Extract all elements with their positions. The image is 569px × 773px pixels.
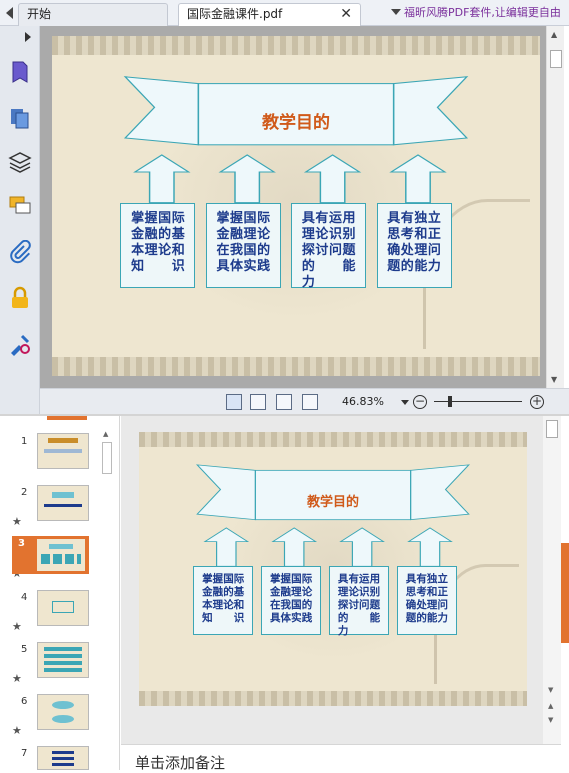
objective-box-3: 具有运用理论识别探讨问题的 能 力 — [291, 202, 369, 290]
attachments-icon[interactable] — [8, 240, 32, 264]
slide-number: 6 — [21, 696, 28, 707]
panel-collapse-tab[interactable] — [561, 543, 569, 643]
objective-box-1[interactable]: 掌握国际金融的基本理论和知 识 — [193, 566, 254, 635]
continuous-view-icon[interactable] — [250, 394, 266, 410]
scroll-up-icon[interactable]: ▲ — [103, 430, 108, 438]
next-slide-icon[interactable]: ▼ — [548, 716, 553, 724]
transition-star-icon: ★ — [12, 620, 22, 633]
scroll-down-icon[interactable]: ▼ — [551, 375, 557, 384]
zoom-level[interactable]: 46.83% — [342, 395, 384, 408]
bookmark-icon[interactable] — [8, 60, 32, 84]
tab-document[interactable]: 国际金融课件.pdf ✕ — [178, 3, 361, 27]
slide-thumbnail-7[interactable] — [37, 746, 89, 770]
objective-box-2[interactable]: 掌握国际金融理论在我国的具体实践 — [261, 566, 321, 635]
slide-vertical-scrollbar[interactable]: ▼ ▲ ▼ — [543, 416, 561, 744]
scrollbar-thumb[interactable] — [102, 442, 112, 474]
tab-label: 国际金融课件.pdf — [187, 7, 283, 21]
slide-number: 3 — [18, 538, 25, 549]
security-icon[interactable] — [8, 286, 32, 310]
slide-number: 4 — [21, 592, 28, 603]
single-page-view-icon[interactable] — [226, 394, 242, 410]
slide-number: 7 — [21, 748, 28, 759]
slide-thumbnail-2[interactable] — [37, 485, 89, 521]
scrollbar-thumb[interactable] — [546, 420, 558, 438]
tab-start[interactable]: 开始 — [18, 3, 168, 26]
zoom-in-icon[interactable]: + — [530, 395, 544, 409]
close-icon[interactable]: ✕ — [340, 4, 352, 25]
slide-title: 教学目的 — [261, 113, 330, 134]
transition-star-icon: ★ — [12, 672, 22, 685]
comments-icon[interactable] — [8, 194, 32, 218]
slide-thumbnail-6[interactable] — [37, 694, 89, 730]
tab-scroll-left-icon[interactable] — [6, 7, 13, 19]
tab-menu-dropdown-icon[interactable] — [391, 9, 401, 15]
scroll-up-icon[interactable]: ▲ — [551, 30, 557, 39]
layers-icon[interactable] — [8, 150, 32, 174]
objective-box-1: 掌握国际金融的基本理论和知 识 — [120, 202, 196, 288]
pdf-status-bar: 46.83% − + — [40, 388, 569, 414]
pdf-slide-page: 教学目的 掌握国际金融的基本理论和知 识 掌握国际金融理论在我国的具体实践 具有… — [52, 36, 540, 376]
tab-label: 开始 — [27, 7, 52, 21]
facing-view-icon[interactable] — [276, 394, 292, 410]
continuous-facing-view-icon[interactable] — [302, 394, 318, 410]
slide-thumbnail-1[interactable] — [37, 433, 89, 469]
pages-icon[interactable] — [8, 106, 32, 130]
slide-thumbnail-4[interactable] — [37, 590, 89, 626]
objective-box-4[interactable]: 具有独立思考和正确处理问题的能力 — [397, 566, 457, 635]
objective-box-4: 具有独立思考和正确处理问题的能力 — [376, 202, 452, 288]
editing-slide[interactable]: 教学目的 掌握国际金融的基本理论和知 识 掌握国际金融理论在我国的具体实践 具有… — [139, 432, 527, 706]
thumbnail-accent — [47, 416, 87, 420]
slide-thumbnail-3-selected[interactable]: 3 — [12, 536, 89, 574]
signature-icon[interactable] — [8, 332, 32, 356]
slide-title[interactable]: 教学目的 — [298, 484, 368, 517]
expand-panel-icon[interactable] — [25, 32, 31, 42]
slide-thumbnail-5[interactable] — [37, 642, 89, 678]
pdf-vertical-scrollbar[interactable]: ▲ ▼ — [546, 26, 564, 388]
objective-box-3[interactable]: 具有运用理论识别探讨问题的 能 力 — [329, 566, 391, 637]
transition-star-icon: ★ — [12, 724, 22, 737]
zoom-out-icon[interactable]: − — [413, 395, 427, 409]
scroll-down-icon[interactable]: ▼ — [548, 686, 553, 694]
promo-link[interactable]: 福昕风腾PDF套件,让编辑更自由 — [404, 4, 561, 20]
previous-slide-icon[interactable]: ▲ — [548, 702, 553, 710]
objective-box-2: 掌握国际金融理论在我国的具体实践 — [205, 202, 281, 288]
transition-star-icon: ★ — [12, 515, 22, 528]
thumbnail-scrollbar[interactable]: ▲ — [100, 430, 114, 770]
slide-number: 2 — [21, 487, 28, 498]
zoom-slider-handle[interactable] — [448, 396, 452, 407]
slide-number: 1 — [21, 436, 28, 447]
scrollbar-thumb[interactable] — [550, 50, 562, 68]
zoom-dropdown-icon[interactable] — [401, 400, 409, 405]
slide-number: 5 — [21, 644, 28, 655]
